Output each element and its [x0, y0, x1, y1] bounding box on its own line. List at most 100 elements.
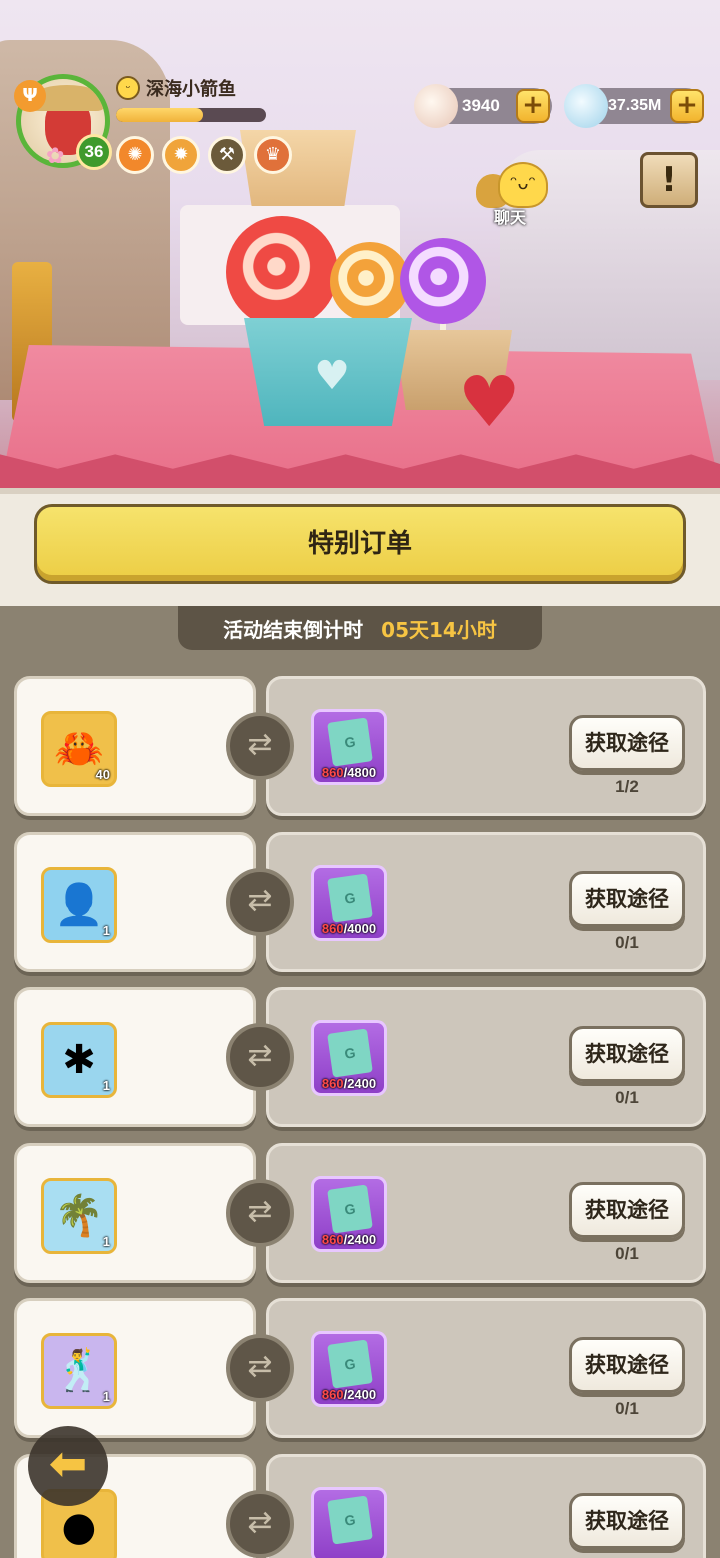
shop-scene: ♥ ♥ [0, 0, 720, 488]
ticket-icon: G [327, 1028, 373, 1078]
ticket-slot[interactable]: G [311, 1487, 387, 1558]
countdown: 活动结束倒计时 05天14小时 [178, 606, 542, 650]
ticket-need: /4000 [343, 921, 377, 936]
smile-face-icon: ᵔᴗᵔ [498, 162, 548, 208]
order-row: 🦀 40 G 860/4800 获取途径 1/2 ⇄ [0, 676, 720, 822]
swap-icon: ⇄ [226, 868, 294, 936]
nickname-row: ᵕ 深海小箭鱼 [116, 75, 236, 101]
order-quota: 0/1 [615, 1399, 639, 1418]
ticket-need: /4800 [343, 765, 377, 780]
ticket-need: /2400 [343, 1232, 377, 1247]
reward-card: G 860/2400 获取途径 0/1 [266, 1143, 706, 1283]
ticket-icon: G [327, 873, 373, 923]
ticket-slot[interactable]: G 860/4800 [311, 709, 387, 785]
order-quota: 0/1 [615, 933, 639, 952]
order-row: 👤 1 G 860/4000 获取途径 0/1 ⇄ [0, 832, 720, 978]
required-item-card: 🌴 1 [14, 1143, 256, 1283]
orange-lollipop [330, 242, 410, 322]
purple-lollipop [400, 238, 486, 324]
item-count: 1 [102, 1234, 110, 1249]
page-title: 特别订单 [307, 529, 412, 559]
order-row: ● G 获取途径 ⇄ [0, 1454, 720, 1558]
back-button[interactable]: ⬅ [28, 1426, 108, 1506]
reward-card: G 860/2400 获取途径 0/1 [266, 987, 706, 1127]
title-banner: 特别订单 [34, 504, 686, 584]
ticket-icon: G [327, 1339, 373, 1389]
get-source-button[interactable]: 获取途径 [569, 871, 685, 927]
red-lollipop [226, 216, 338, 328]
smile-icon: ᵕ [116, 76, 140, 100]
stone-currency: 37.35M + [564, 84, 704, 128]
order-quota: 1/2 [615, 777, 639, 796]
item-slot[interactable]: 🌴 1 [41, 1178, 117, 1254]
heart-candy: ♥ [458, 361, 521, 443]
ticket-progress: 860/4800 [314, 765, 384, 780]
lantern-buff-icon[interactable]: ✹ [162, 136, 200, 174]
get-source-button[interactable]: 获取途径 [569, 1182, 685, 1238]
get-source-button[interactable]: 获取途径 [569, 1337, 685, 1393]
add-stones-button[interactable]: + [670, 89, 704, 123]
item-slot[interactable]: 👤 1 [41, 867, 117, 943]
item-slot[interactable]: ✱ 1 [41, 1022, 117, 1098]
item-count: 1 [102, 1389, 110, 1404]
order-quota: 0/1 [615, 1088, 639, 1107]
get-source-button[interactable]: 获取途径 [569, 1026, 685, 1082]
item-count: 40 [95, 767, 110, 782]
notice-board-button[interactable]: ! [640, 152, 698, 208]
add-pearls-button[interactable]: + [516, 89, 550, 123]
countdown-label: 活动结束倒计时 [223, 617, 364, 642]
required-item-card: 🕺 1 [14, 1298, 256, 1438]
heart-icon: ♥ [314, 353, 350, 399]
buff-list: ✺ ✹ ⚒ ♛ [116, 136, 292, 174]
pearl-currency: 3940 + [414, 84, 552, 128]
flower-icon: ✿ [46, 144, 65, 169]
pearl-shell-icon [414, 84, 458, 128]
required-item-card: ✱ 1 [14, 987, 256, 1127]
ticket-need: /2400 [343, 1076, 377, 1091]
ticket-have: 860 [321, 765, 344, 780]
level-badge: 36 [76, 134, 112, 170]
pearl-amount: 3940 [462, 96, 500, 115]
ticket-slot[interactable]: G 860/2400 [311, 1176, 387, 1252]
get-source-button[interactable]: 获取途径 [569, 715, 685, 771]
get-source-button[interactable]: 获取途径 [569, 1493, 685, 1549]
ticket-have: 860 [321, 1076, 344, 1091]
swap-icon: ⇄ [226, 1334, 294, 1402]
swap-icon: ⇄ [226, 1490, 294, 1558]
shovel-buff-icon[interactable]: ⚒ [208, 136, 246, 174]
ticket-have: 860 [321, 1387, 344, 1402]
item-slot[interactable]: 🦀 40 [41, 711, 117, 787]
reward-card: G 860/2400 获取途径 0/1 [266, 1298, 706, 1438]
player-nickname: 深海小箭鱼 [146, 79, 236, 100]
item-slot[interactable]: 🕺 1 [41, 1333, 117, 1409]
ticket-slot[interactable]: G 860/2400 [311, 1020, 387, 1096]
ticket-slot[interactable]: G 860/4000 [311, 865, 387, 941]
item-count: 1 [102, 923, 110, 938]
order-row: 🌴 1 G 860/2400 获取途径 0/1 ⇄ [0, 1143, 720, 1289]
sunflower-buff-icon[interactable]: ✺ [116, 136, 154, 174]
xp-bar-fill [116, 108, 203, 122]
chat-label: 聊天 [493, 208, 526, 227]
ticket-icon: G [327, 1184, 373, 1234]
swap-icon: ⇄ [226, 1179, 294, 1247]
ticket-slot[interactable]: G 860/2400 [311, 1331, 387, 1407]
order-row: ✱ 1 G 860/2400 获取途径 0/1 ⇄ [0, 987, 720, 1133]
ticket-icon: G [327, 717, 373, 767]
order-row: 🕺 1 G 860/2400 获取途径 0/1 ⇄ [0, 1298, 720, 1444]
trident-icon: Ψ [14, 80, 46, 112]
chat-button[interactable]: ᵔᴗᵔ 聊天 [476, 160, 552, 230]
ticket-need: /2400 [343, 1387, 377, 1402]
blue-stone-icon [564, 84, 608, 128]
required-item-card: 👤 1 [14, 832, 256, 972]
ticket-have: 860 [321, 1232, 344, 1247]
ticket-progress: 860/2400 [314, 1232, 384, 1247]
ticket-have: 860 [321, 921, 344, 936]
swap-icon: ⇄ [226, 1023, 294, 1091]
countdown-value: 05天14小时 [381, 617, 497, 642]
xp-bar [116, 108, 266, 122]
ticket-progress: 860/2400 [314, 1076, 384, 1091]
reward-card: G 860/4800 获取途径 1/2 [266, 676, 706, 816]
swap-icon: ⇄ [226, 712, 294, 780]
ticket-icon: G [327, 1495, 373, 1545]
shield-buff-icon[interactable]: ♛ [254, 136, 292, 174]
